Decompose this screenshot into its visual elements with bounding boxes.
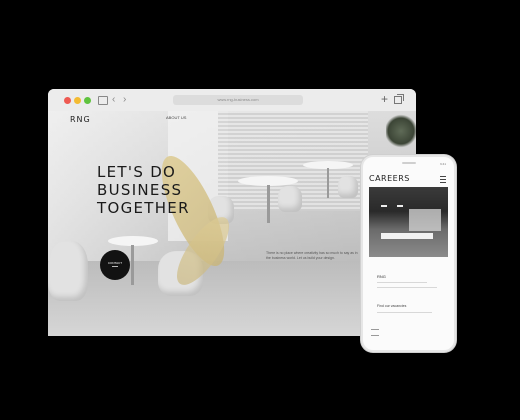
nav-link[interactable]: ABOUT US bbox=[166, 115, 186, 120]
table-leg bbox=[327, 168, 329, 198]
chair-image bbox=[278, 186, 302, 212]
chair-image bbox=[48, 241, 88, 301]
footer-menu-icon[interactable] bbox=[371, 329, 379, 336]
sidebar-toggle-icon[interactable] bbox=[98, 96, 108, 105]
chair-image bbox=[338, 176, 358, 198]
text-placeholder-line bbox=[377, 312, 432, 313]
headline-line: TOGETHER bbox=[97, 199, 190, 217]
plant-image bbox=[386, 113, 416, 149]
photo-window bbox=[409, 209, 441, 231]
arrow-line-icon bbox=[112, 266, 118, 267]
text-placeholder-line bbox=[377, 287, 437, 288]
contact-button[interactable]: CONTACT bbox=[100, 250, 130, 280]
contact-button-label: CONTACT bbox=[107, 261, 123, 265]
photo-table bbox=[381, 233, 433, 239]
tab-overview-icon[interactable] bbox=[394, 94, 404, 104]
phone-speaker bbox=[402, 162, 416, 164]
site-logo[interactable]: RNG bbox=[70, 115, 91, 124]
ceiling-light bbox=[397, 205, 403, 207]
phone-mockup: 9:41 CAREERS RNG Find our vacancies bbox=[361, 155, 456, 352]
table-leg bbox=[267, 185, 270, 223]
phone-status-time: 9:41 bbox=[440, 162, 446, 166]
section-tag: RNG bbox=[377, 274, 386, 279]
maximize-window-button[interactable] bbox=[84, 97, 91, 104]
close-window-button[interactable] bbox=[64, 97, 71, 104]
back-arrow-icon[interactable]: ‹ bbox=[112, 94, 115, 105]
ceiling-light bbox=[381, 205, 387, 207]
vacancies-link[interactable]: Find our vacancies bbox=[377, 304, 406, 308]
table-leg bbox=[131, 245, 134, 285]
browser-toolbar: ‹ › www.rng-business.com + bbox=[48, 89, 416, 112]
hamburger-menu-icon[interactable] bbox=[440, 176, 446, 183]
text-placeholder-line bbox=[377, 282, 427, 283]
forward-arrow-icon[interactable]: › bbox=[123, 94, 126, 105]
page-title: CAREERS bbox=[369, 174, 410, 183]
headline-line: BUSINESS bbox=[97, 181, 183, 199]
headline-line: LET'S DO bbox=[97, 163, 177, 181]
minimize-window-button[interactable] bbox=[74, 97, 81, 104]
office-photo bbox=[369, 187, 448, 257]
hero-description: There is no place where creativity has s… bbox=[266, 251, 358, 260]
new-tab-icon[interactable]: + bbox=[381, 92, 388, 106]
url-bar[interactable]: www.rng-business.com bbox=[173, 95, 303, 105]
hero-headline: LET'S DO BUSINESS TOGETHER bbox=[97, 163, 190, 217]
